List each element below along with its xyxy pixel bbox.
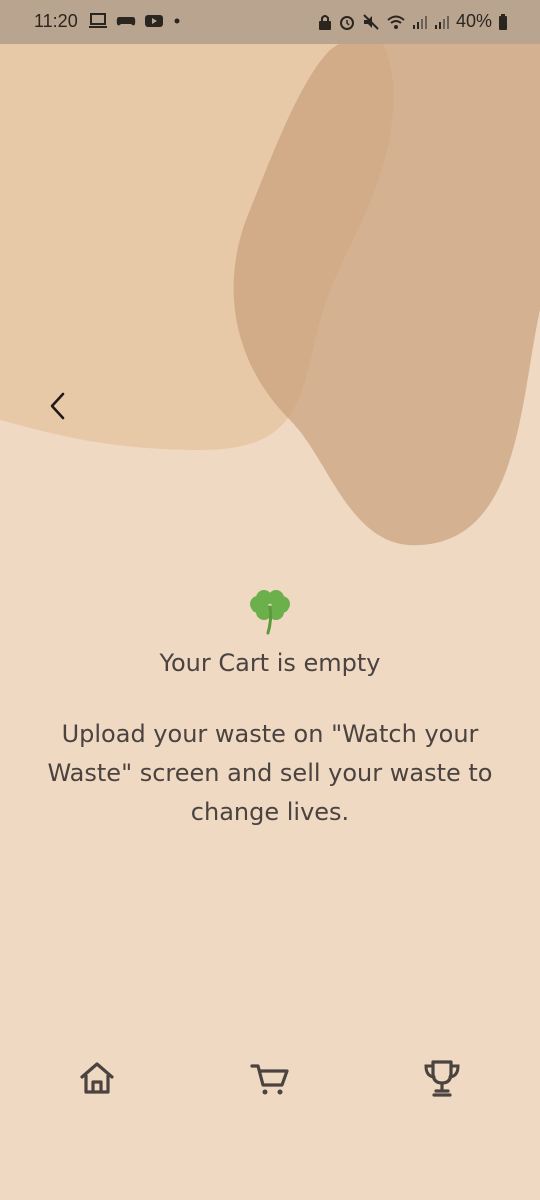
alarm-icon: [339, 15, 354, 30]
status-right-icons: 40%: [318, 11, 508, 32]
wifi-icon: [387, 15, 405, 29]
youtube-icon: [145, 15, 163, 27]
dot-icon: [174, 18, 180, 24]
mute-icon: [363, 13, 379, 30]
empty-cart-state: Your Cart is empty Upload your waste on …: [0, 585, 540, 832]
empty-cart-title: Your Cart is empty: [159, 649, 381, 677]
signal-icon: [412, 15, 427, 29]
background-blobs: [0, 0, 540, 546]
laptop-icon: [89, 13, 107, 28]
cart-icon: [250, 1064, 289, 1095]
nav-home-button[interactable]: [74, 1055, 120, 1101]
empty-cart-message: Upload your waste on "Watch your Waste" …: [47, 720, 493, 826]
battery-percentage: 40%: [455, 11, 492, 31]
nav-trophy-button[interactable]: [419, 1055, 465, 1101]
lock-icon: [318, 14, 331, 30]
signal-icon: [434, 15, 449, 29]
chevron-left-icon: [50, 392, 65, 420]
four-leaf-clover-icon: [250, 590, 290, 635]
back-button[interactable]: [40, 388, 76, 424]
status-left-icons: [88, 12, 182, 30]
home-icon: [80, 1062, 114, 1094]
trophy-icon: [424, 1060, 460, 1097]
battery-icon: [499, 13, 507, 30]
bottom-navigation: [0, 1055, 540, 1105]
status-time: 11:20: [34, 11, 78, 31]
game-controller-icon: [116, 17, 136, 26]
nav-cart-button[interactable]: [247, 1055, 293, 1101]
status-bar: 11:20 40%: [0, 0, 540, 44]
